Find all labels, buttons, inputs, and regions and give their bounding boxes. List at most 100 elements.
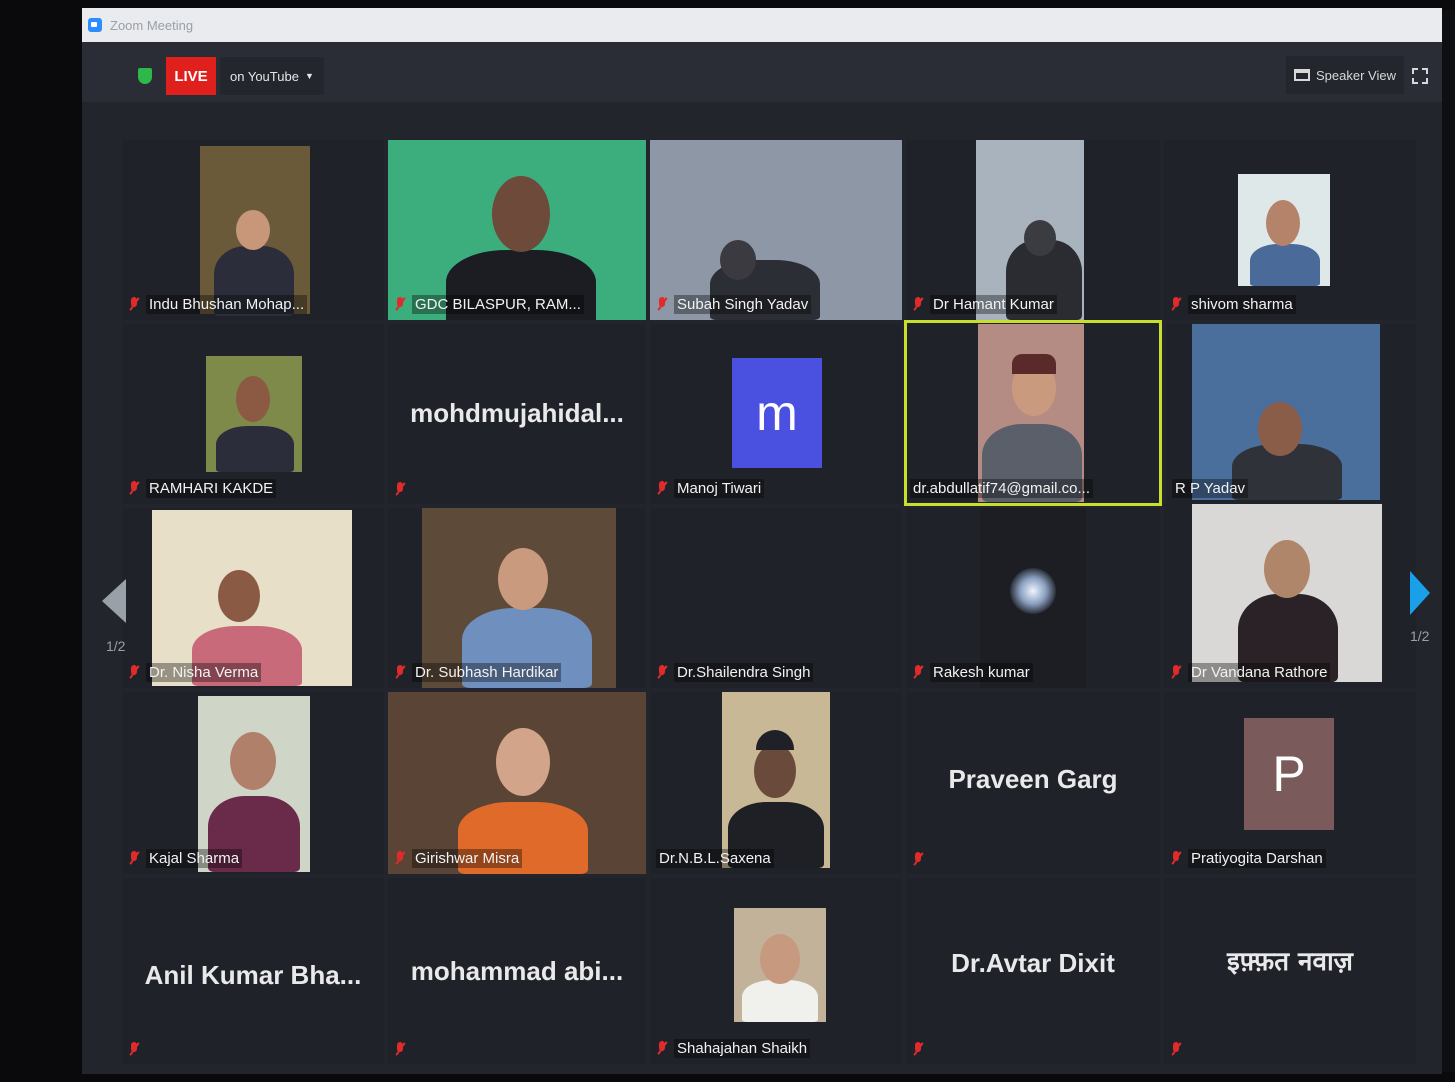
- participant-avatar: P: [1244, 718, 1334, 830]
- participant-tile[interactable]: mohdmujahidal...: [388, 324, 646, 504]
- participant-video: [722, 692, 830, 868]
- participant-name: Dr. Nisha Verma: [146, 663, 262, 682]
- participant-tile[interactable]: Dr. Nisha Verma: [122, 508, 384, 688]
- speaker-view-icon: [1294, 69, 1310, 81]
- participant-tile[interactable]: Dr.Avtar Dixit: [906, 878, 1160, 1064]
- security-shield-icon[interactable]: [138, 68, 152, 84]
- participant-tile[interactable]: Shahajahan Shaikh: [650, 878, 902, 1064]
- participant-name: Girishwar Misra: [412, 849, 523, 868]
- muted-mic-icon: [394, 296, 406, 313]
- participant-tile[interactable]: Dr.N.B.L.Saxena: [650, 692, 902, 874]
- participant-name: Pratiyogita Darshan: [1188, 849, 1326, 868]
- participant-tile[interactable]: R P Yadav: [1166, 324, 1416, 504]
- participant-tile[interactable]: Rakesh kumar: [906, 508, 1160, 688]
- participant-video: [198, 696, 310, 872]
- page-indicator-left: 1/2: [106, 638, 126, 654]
- previous-page-arrow-icon[interactable]: [102, 579, 126, 623]
- live-badge[interactable]: LIVE: [166, 57, 216, 95]
- participant-video: [388, 140, 646, 320]
- participant-tile[interactable]: Dr Vandana Rathore: [1164, 504, 1416, 688]
- participant-name-display: Dr.Avtar Dixit: [951, 948, 1115, 978]
- muted-mic-icon: [656, 296, 668, 313]
- participant-tile[interactable]: इफ़्फ़त नवाज़: [1164, 878, 1416, 1064]
- participant-tile[interactable]: shivom sharma: [1164, 140, 1416, 320]
- participant-name: GDC BILASPUR, RAM...: [412, 295, 584, 314]
- participant-tile[interactable]: RAMHARI KAKDE: [122, 324, 384, 504]
- muted-mic-icon: [128, 1042, 140, 1058]
- participant-tile[interactable]: Kajal Sharma: [122, 692, 384, 874]
- participant-video: [206, 356, 302, 472]
- participant-name: shivom sharma: [1188, 295, 1296, 314]
- participant-tile[interactable]: Indu Bhushan Mohap...: [122, 140, 384, 320]
- muted-mic-icon: [912, 296, 924, 313]
- participant-tile[interactable]: mohammad abi...: [388, 878, 646, 1064]
- participant-video: [1238, 174, 1330, 286]
- participant-name: R P Yadav: [1172, 479, 1249, 498]
- participant-tile-active-speaker[interactable]: dr.abdullatif74@gmail.co...: [904, 320, 1162, 506]
- participant-name-display: Anil Kumar Bha...: [144, 960, 362, 990]
- muted-mic-icon: [128, 480, 140, 497]
- muted-mic-icon: [656, 480, 668, 497]
- participant-name: Dr.N.B.L.Saxena: [656, 849, 774, 868]
- zoom-logo-icon: [88, 18, 102, 32]
- participant-name-display: Praveen Garg: [948, 764, 1118, 794]
- participant-tile[interactable]: GDC BILASPUR, RAM...: [388, 140, 646, 320]
- muted-mic-icon: [912, 1042, 924, 1058]
- fullscreen-icon[interactable]: [1412, 68, 1428, 84]
- participant-name: Dr. Subhash Hardikar: [412, 663, 562, 682]
- participant-name: Subah Singh Yadav: [674, 295, 812, 314]
- participant-name: Dr.Shailendra Singh: [674, 663, 814, 682]
- participant-video: [978, 324, 1084, 502]
- participant-name: Dr Hamant Kumar: [930, 295, 1057, 314]
- participant-tile[interactable]: Dr Hamant Kumar: [906, 140, 1160, 320]
- participant-video: [976, 140, 1084, 320]
- participant-tile[interactable]: P Pratiyogita Darshan: [1164, 692, 1416, 874]
- window-title: Zoom Meeting: [110, 17, 194, 33]
- muted-mic-icon: [394, 1042, 406, 1058]
- speaker-view-label: Speaker View: [1316, 67, 1396, 83]
- participant-video: [200, 146, 310, 316]
- live-stream-dropdown[interactable]: on YouTube ▼: [220, 57, 324, 95]
- participant-name-display: इफ़्फ़त नवाज़: [1227, 947, 1353, 977]
- participant-name-display: mohdmujahidal...: [410, 398, 624, 428]
- next-page-arrow-icon[interactable]: [1410, 571, 1430, 615]
- participant-video: [650, 140, 902, 320]
- muted-mic-icon: [394, 850, 406, 867]
- participant-video: [980, 508, 1086, 688]
- live-stream-label: on YouTube: [230, 68, 299, 84]
- muted-mic-icon: [656, 1040, 668, 1057]
- participant-name: Kajal Sharma: [146, 849, 243, 868]
- participant-video: [422, 508, 616, 688]
- participant-video: [388, 692, 646, 874]
- participant-tile[interactable]: Praveen Garg: [906, 692, 1160, 874]
- muted-mic-icon: [1170, 850, 1182, 867]
- monitor-bezel-left: [0, 0, 82, 1082]
- participant-name: Manoj Tiwari: [674, 479, 765, 498]
- muted-mic-icon: [128, 850, 140, 867]
- participant-tile[interactable]: Girishwar Misra: [388, 692, 646, 874]
- muted-mic-icon: [128, 296, 140, 313]
- participant-video: [152, 510, 352, 686]
- participant-name: Indu Bhushan Mohap...: [146, 295, 308, 314]
- participant-tile[interactable]: Dr.Shailendra Singh: [650, 508, 902, 688]
- chevron-down-icon: ▼: [304, 71, 314, 81]
- speaker-view-button[interactable]: Speaker View: [1286, 56, 1404, 94]
- participant-video: [1192, 324, 1380, 500]
- muted-mic-icon: [128, 664, 140, 681]
- meeting-top-bar: LIVE on YouTube ▼ Speaker View: [82, 42, 1442, 102]
- muted-mic-icon: [394, 664, 406, 681]
- muted-mic-icon: [656, 664, 668, 681]
- participant-tile[interactable]: m Manoj Tiwari: [650, 324, 902, 504]
- participant-name: Dr Vandana Rathore: [1188, 663, 1331, 682]
- participant-name: Shahajahan Shaikh: [674, 1039, 811, 1058]
- participant-name: Rakesh kumar: [930, 663, 1033, 682]
- participant-tile[interactable]: Dr. Subhash Hardikar: [388, 508, 646, 688]
- muted-mic-icon: [912, 852, 924, 868]
- participant-name: RAMHARI KAKDE: [146, 479, 277, 498]
- participant-tile[interactable]: Subah Singh Yadav: [650, 140, 902, 320]
- muted-mic-icon: [1170, 664, 1182, 681]
- participant-video: [734, 908, 826, 1022]
- participant-tile[interactable]: Anil Kumar Bha...: [122, 878, 384, 1064]
- page-indicator-right: 1/2: [1410, 628, 1430, 644]
- title-bar: Zoom Meeting: [82, 8, 1442, 42]
